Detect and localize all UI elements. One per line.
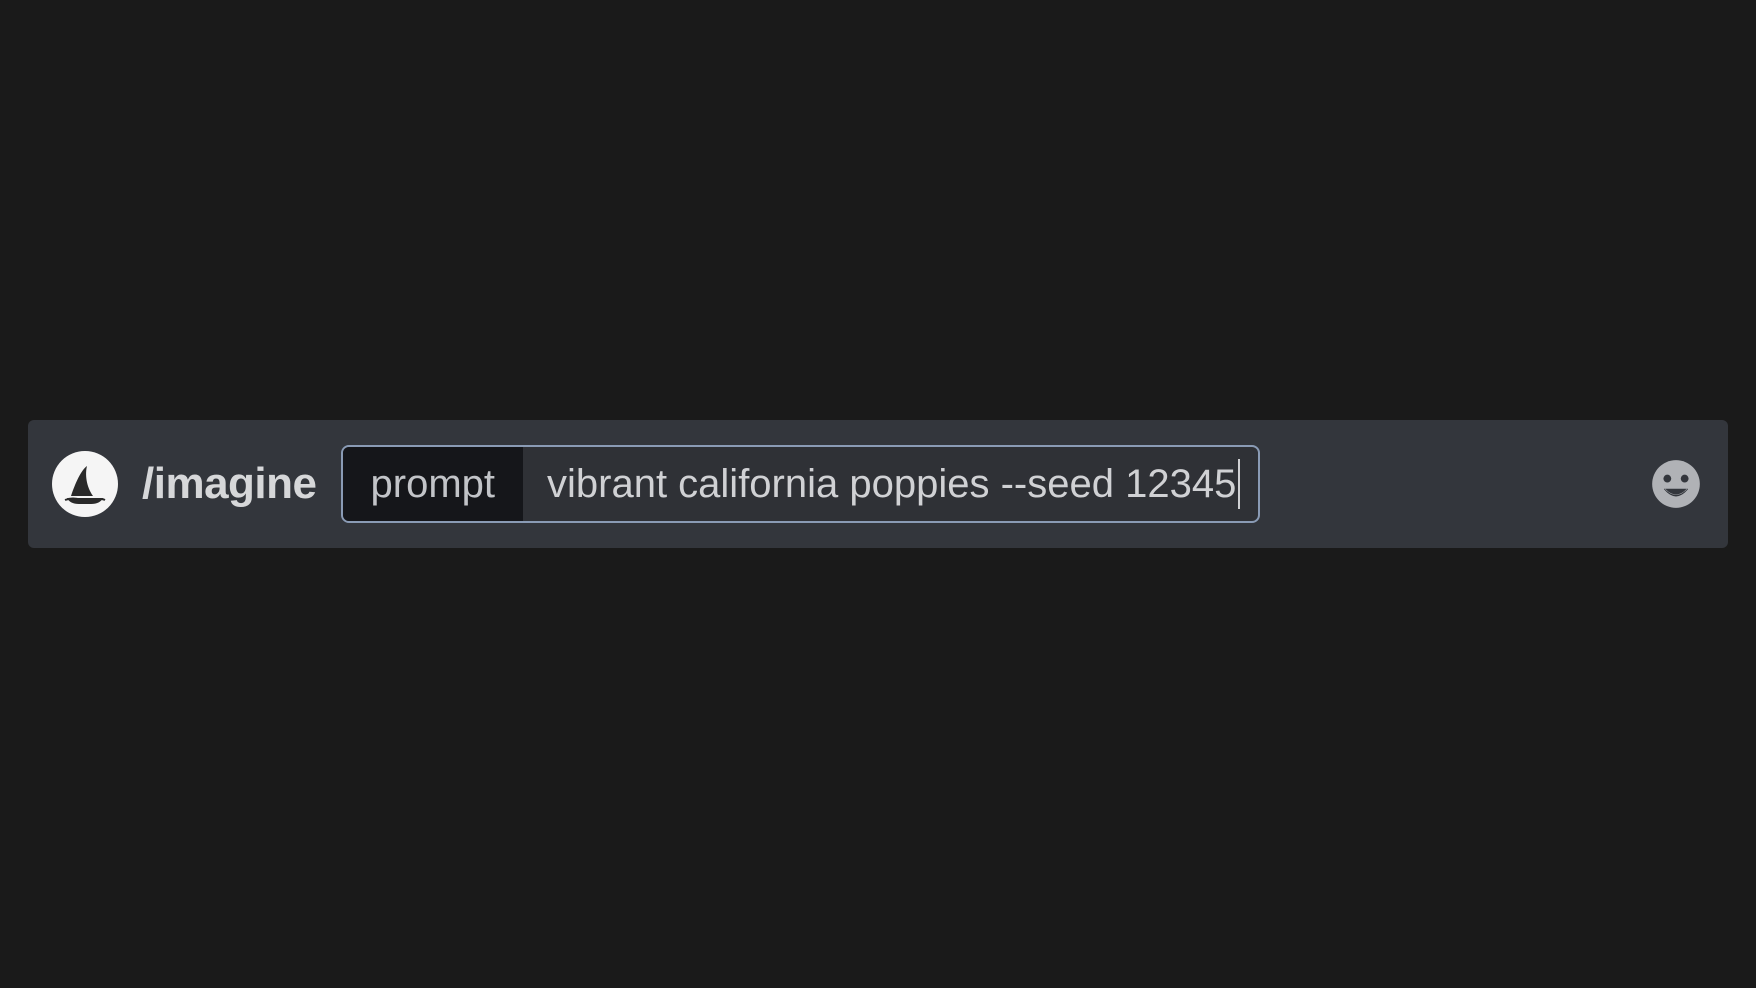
- message-input-bar[interactable]: /imagine prompt vibrant california poppi…: [28, 420, 1728, 548]
- bot-avatar: [52, 451, 118, 517]
- grinning-face-icon: [1650, 458, 1702, 510]
- param-value-text: vibrant california poppies --seed 12345: [547, 462, 1236, 507]
- app-background: /imagine prompt vibrant california poppi…: [0, 0, 1756, 988]
- slash-command: /imagine: [142, 459, 317, 509]
- param-value-input[interactable]: vibrant california poppies --seed 12345: [523, 447, 1258, 521]
- command-param-box[interactable]: prompt vibrant california poppies --seed…: [341, 445, 1261, 523]
- emoji-picker-button[interactable]: [1648, 456, 1704, 512]
- param-label: prompt: [343, 447, 524, 521]
- midjourney-sailboat-icon: [61, 460, 109, 508]
- text-cursor: [1238, 459, 1240, 509]
